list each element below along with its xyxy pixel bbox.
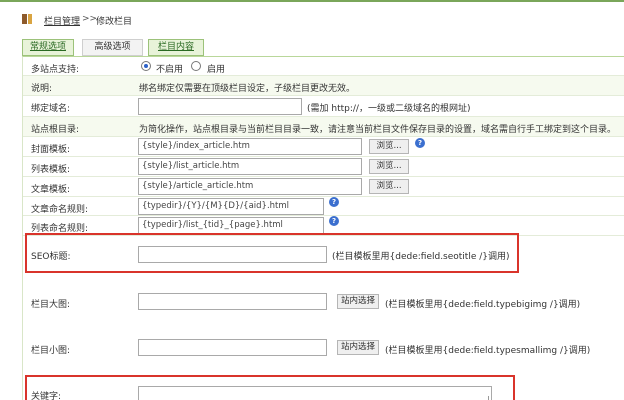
- help-icon[interactable]: ?: [415, 138, 425, 148]
- radio-disable-label: 不启用: [156, 65, 184, 75]
- small-image-hint: (栏目模板里用{dede:field.typesmallimg /}调用): [385, 346, 591, 356]
- rootdir-label: 站点根目录:: [31, 125, 80, 135]
- help-icon[interactable]: ?: [329, 216, 339, 226]
- row-list-template: 列表模板: {style}/list_article.htm 浏览...: [23, 157, 624, 177]
- small-image-input[interactable]: [138, 339, 327, 356]
- big-image-select-button[interactable]: 站内选择: [337, 294, 379, 309]
- rootdir-text: 为简化操作，站点根目录与当前栏目目录一致，请注意当前栏目文件保存目录的设置，域名…: [139, 125, 617, 135]
- book-icon: [22, 14, 33, 24]
- article-template-browse-button[interactable]: 浏览...: [369, 179, 409, 194]
- index-template-browse-button[interactable]: 浏览...: [369, 139, 409, 154]
- tab-advanced[interactable]: 高级选项: [82, 39, 143, 56]
- row-rootdir: 站点根目录: 为简化操作，站点根目录与当前栏目目录一致，请注意当前栏目文件保存目…: [23, 117, 624, 137]
- note-text: 绑名绑定仅需要在顶级栏目设定，子级栏目更改无效。: [139, 84, 356, 94]
- tab-general[interactable]: 常规选项: [22, 39, 74, 56]
- row-article-rule: 文章命名规则: {typedir}/{Y}/{M}{D}/{aid}.html …: [23, 197, 624, 216]
- multisite-label: 多站点支持:: [31, 65, 80, 75]
- row-article-template: 文章模板: {style}/article_article.htm 浏览...: [23, 177, 624, 197]
- radio-enable[interactable]: [191, 61, 201, 71]
- domain-hint: (需加 http://，一级或二级域名的根网址): [307, 104, 471, 114]
- article-rule-input[interactable]: {typedir}/{Y}/{M}{D}/{aid}.html: [138, 198, 324, 215]
- highlight-box-seo: [25, 233, 519, 273]
- radio-disable[interactable]: [141, 61, 151, 71]
- row-small-image: 栏目小图: 站内选择 (栏目模板里用{dede:field.typesmalli…: [23, 332, 624, 376]
- article-template-input[interactable]: {style}/article_article.htm: [138, 178, 362, 195]
- list-template-label: 列表模板:: [31, 165, 71, 175]
- small-image-label: 栏目小图:: [31, 346, 71, 356]
- small-image-select-button[interactable]: 站内选择: [337, 340, 379, 355]
- row-domain: 绑定域名: (需加 http://，一级或二级域名的根网址): [23, 96, 624, 117]
- index-template-label: 封面模板:: [31, 145, 71, 155]
- row-multisite: 多站点支持: 不启用 启用: [23, 57, 624, 76]
- help-icon[interactable]: ?: [329, 197, 339, 207]
- domain-label: 绑定域名:: [31, 104, 71, 114]
- article-rule-label: 文章命名规则:: [31, 205, 89, 215]
- row-note: 说明: 绑名绑定仅需要在顶级栏目设定，子级栏目更改无效。: [23, 76, 624, 96]
- domain-input[interactable]: [138, 98, 302, 115]
- note-label: 说明:: [31, 84, 53, 94]
- row-big-image: 栏目大图: 站内选择 (栏目模板里用{dede:field.typebigimg…: [23, 284, 624, 332]
- breadcrumb-root-link[interactable]: 栏目管理: [44, 14, 80, 27]
- radio-enable-label: 启用: [207, 65, 226, 75]
- big-image-hint: (栏目模板里用{dede:field.typebigimg /}调用): [385, 300, 581, 310]
- big-image-label: 栏目大图:: [31, 300, 71, 310]
- list-rule-input[interactable]: {typedir}/list_{tid}_{page}.html: [138, 217, 324, 234]
- list-template-input[interactable]: {style}/list_article.htm: [138, 158, 362, 175]
- breadcrumb-current: 修改栏目: [96, 17, 133, 27]
- big-image-input[interactable]: [138, 293, 327, 310]
- breadcrumb: 栏目管理 >> 修改栏目: [0, 2, 624, 34]
- index-template-input[interactable]: {style}/index_article.htm: [138, 138, 362, 155]
- form-panel: 多站点支持: 不启用 启用 说明: 绑名绑定仅需要在顶级栏目设定，子级栏目更改无…: [22, 56, 624, 400]
- breadcrumb-separator: >>: [82, 14, 98, 24]
- row-index-template: 封面模板: {style}/index_article.htm 浏览... ?: [23, 137, 624, 157]
- tab-content[interactable]: 栏目内容: [148, 39, 204, 56]
- list-template-browse-button[interactable]: 浏览...: [369, 159, 409, 174]
- article-template-label: 文章模板:: [31, 185, 71, 195]
- highlight-box-keywords: [25, 375, 515, 400]
